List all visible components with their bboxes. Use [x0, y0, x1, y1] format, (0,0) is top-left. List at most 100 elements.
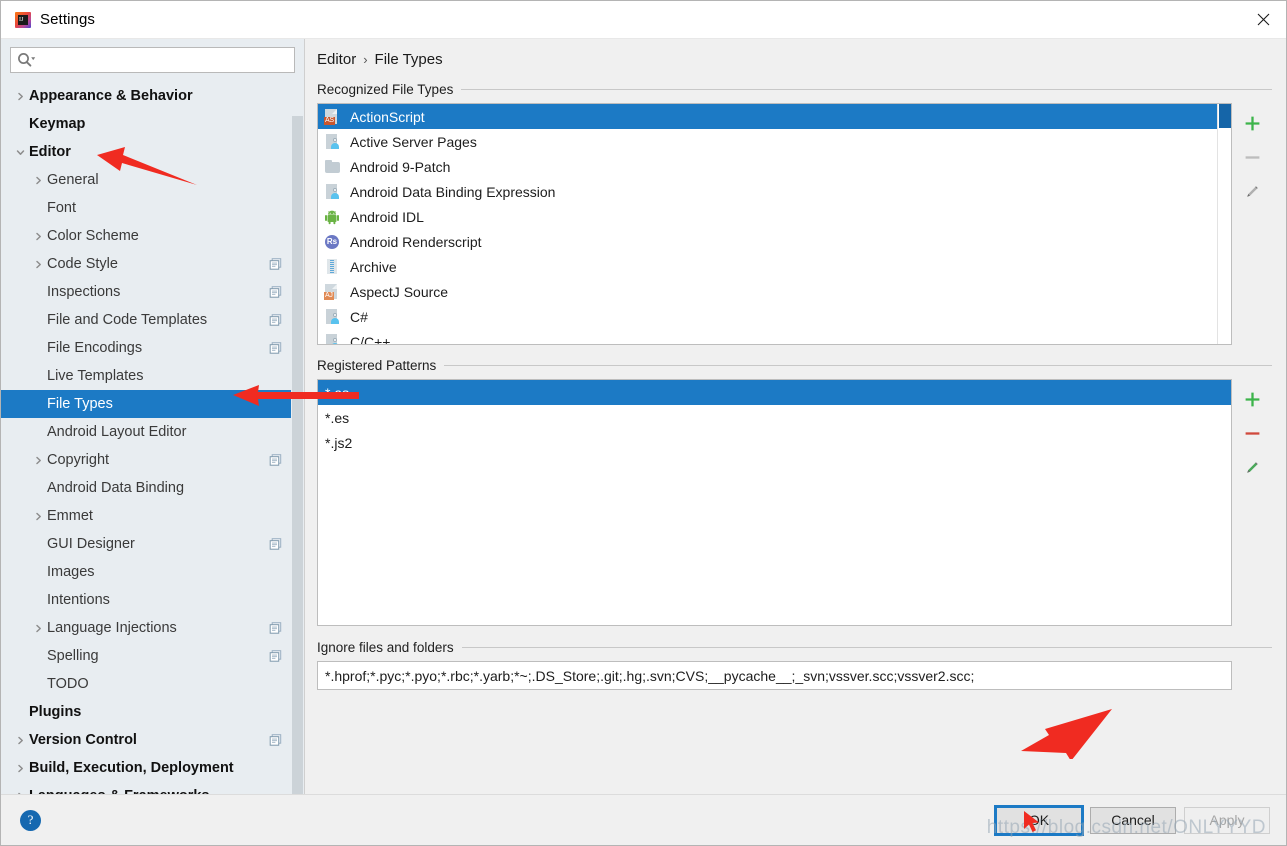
search-box[interactable] — [10, 47, 295, 73]
sidebar-item-code-style[interactable]: Code Style — [1, 250, 304, 278]
intellij-idea-icon: IJ — [15, 11, 31, 28]
sidebar-item-language-injections[interactable]: Language Injections — [1, 614, 304, 642]
pattern-label: *.js2 — [325, 434, 353, 451]
chevron-right-icon[interactable] — [29, 512, 47, 521]
sidebar-item-general[interactable]: General — [1, 166, 304, 194]
project-scope-badge-icon — [269, 258, 282, 271]
sidebar-item-images[interactable]: Images — [1, 558, 304, 586]
sidebar-item-editor[interactable]: Editor — [1, 138, 304, 166]
sidebar-item-gui-designer[interactable]: GUI Designer — [1, 530, 304, 558]
sidebar-scrollbar-thumb[interactable] — [292, 116, 303, 794]
project-scope-badge-icon — [269, 286, 282, 299]
close-icon[interactable] — [1240, 1, 1286, 37]
file-type-row[interactable]: AJ AspectJ Source — [318, 279, 1231, 304]
sidebar-item-label: Color Scheme — [47, 227, 139, 244]
sidebar-item-plugins[interactable]: Plugins — [1, 698, 304, 726]
file-type-row[interactable]: C# — [318, 304, 1231, 329]
sidebar-item-label: File Encodings — [47, 339, 143, 356]
chevron-right-icon[interactable] — [29, 624, 47, 633]
sidebar-item-spelling[interactable]: Spelling — [1, 642, 304, 670]
file-type-row[interactable]: Active Server Pages — [318, 129, 1231, 154]
file-type-row[interactable]: Android Data Binding Expression — [318, 179, 1231, 204]
group-divider — [461, 89, 1272, 90]
remove-pattern-button[interactable] — [1237, 419, 1267, 447]
archive-zip-icon — [324, 258, 342, 275]
search-input[interactable] — [38, 52, 288, 68]
chevron-right-icon[interactable] — [29, 456, 47, 465]
file-type-row[interactable]: Archive — [318, 254, 1231, 279]
sidebar-item-label: GUI Designer — [47, 535, 135, 552]
sidebar-scrollbar-track[interactable] — [291, 80, 304, 794]
sidebar-item-label: Editor — [29, 143, 71, 160]
file-type-label: C/C++ — [350, 333, 391, 345]
sidebar-item-android-data-binding[interactable]: Android Data Binding — [1, 474, 304, 502]
csharp-file-icon — [324, 308, 342, 325]
sidebar-item-label: Language Injections — [47, 619, 177, 636]
file-type-label: Android IDL — [350, 208, 424, 225]
recognized-file-types-toolbar — [1232, 103, 1272, 345]
help-icon[interactable]: ? — [20, 809, 41, 831]
sidebar-item-emmet[interactable]: Emmet — [1, 502, 304, 530]
watermark-text: https://blog.csdn.net/ONLYYYD — [986, 817, 1266, 838]
folder-icon — [324, 159, 342, 175]
add-pattern-button[interactable] — [1237, 385, 1267, 413]
chevron-right-icon[interactable] — [11, 92, 29, 101]
title-bar: IJ Settings — [1, 1, 1286, 39]
sidebar-item-live-templates[interactable]: Live Templates — [1, 362, 304, 390]
file-type-row[interactable]: AS ActionScript — [318, 104, 1231, 129]
recognized-file-types-title: Recognized File Types — [317, 82, 1272, 97]
registered-patterns-list[interactable]: *.as *.es *.js2 — [317, 379, 1232, 626]
cpp-file-icon — [324, 333, 342, 344]
sidebar-item-label: General — [47, 171, 99, 188]
ignore-files-input[interactable] — [317, 661, 1232, 690]
sidebar-item-copyright[interactable]: Copyright — [1, 446, 304, 474]
settings-window: IJ Settings Appearance & Behavior Keymap… — [0, 0, 1287, 846]
sidebar-item-label: Emmet — [47, 507, 93, 524]
sidebar-item-label: Spelling — [47, 647, 99, 664]
sidebar-item-appearance-behavior[interactable]: Appearance & Behavior — [1, 82, 304, 110]
file-type-row[interactable]: C/C++ — [318, 329, 1231, 345]
pattern-row[interactable]: *.es — [318, 405, 1231, 430]
minus-icon — [1245, 155, 1259, 159]
sidebar-item-build-execution-deployment[interactable]: Build, Execution, Deployment — [1, 754, 304, 782]
edit-pattern-button[interactable] — [1237, 453, 1267, 481]
sidebar-item-file-types[interactable]: File Types — [1, 390, 304, 418]
file-types-scrollbar-thumb[interactable] — [1219, 104, 1231, 128]
recognized-file-types-list[interactable]: AS ActionScript Active Server Pages Android… — [317, 103, 1232, 345]
sidebar-item-color-scheme[interactable]: Color Scheme — [1, 222, 304, 250]
file-type-label: Android Data Binding Expression — [350, 183, 556, 200]
sidebar-item-languages-frameworks[interactable]: Languages & Frameworks — [1, 782, 304, 794]
chevron-right-icon[interactable] — [29, 176, 47, 185]
sidebar-item-inspections[interactable]: Inspections — [1, 278, 304, 306]
remove-file-type-button[interactable] — [1237, 143, 1267, 171]
sidebar-item-file-encodings[interactable]: File Encodings — [1, 334, 304, 362]
chevron-right-icon[interactable] — [11, 764, 29, 773]
actionscript-file-icon: AS — [324, 108, 342, 125]
project-scope-badge-icon — [269, 734, 282, 747]
chevron-right-icon[interactable] — [11, 736, 29, 745]
chevron-right-icon[interactable] — [29, 232, 47, 241]
sidebar-item-keymap[interactable]: Keymap — [1, 110, 304, 138]
pattern-label: *.as — [325, 384, 350, 401]
edit-file-type-button[interactable] — [1237, 177, 1267, 205]
file-type-label: Android 9-Patch — [350, 158, 451, 175]
file-type-row[interactable]: Rs Android Renderscript — [318, 229, 1231, 254]
chevron-right-icon[interactable] — [29, 260, 47, 269]
pattern-row[interactable]: *.as — [318, 380, 1231, 405]
settings-tree[interactable]: Appearance & Behavior Keymap Editor General… — [1, 80, 304, 794]
sidebar-item-intentions[interactable]: Intentions — [1, 586, 304, 614]
add-file-type-button[interactable] — [1237, 109, 1267, 137]
sidebar-item-todo[interactable]: TODO — [1, 670, 304, 698]
sidebar-item-android-layout-editor[interactable]: Android Layout Editor — [1, 418, 304, 446]
registered-patterns-title: Registered Patterns — [317, 358, 1272, 373]
sidebar-item-version-control[interactable]: Version Control — [1, 726, 304, 754]
breadcrumb-parent[interactable]: Editor — [317, 51, 356, 68]
file-types-scrollbar-track[interactable] — [1217, 104, 1231, 344]
sidebar-item-file-and-code-templates[interactable]: File and Code Templates — [1, 306, 304, 334]
sidebar-item-font[interactable]: Font — [1, 194, 304, 222]
pattern-row[interactable]: *.js2 — [318, 430, 1231, 455]
chevron-down-icon[interactable] — [11, 148, 29, 157]
pattern-label: *.es — [325, 409, 350, 426]
file-type-row[interactable]: Android 9-Patch — [318, 154, 1231, 179]
file-type-row[interactable]: Android IDL — [318, 204, 1231, 229]
